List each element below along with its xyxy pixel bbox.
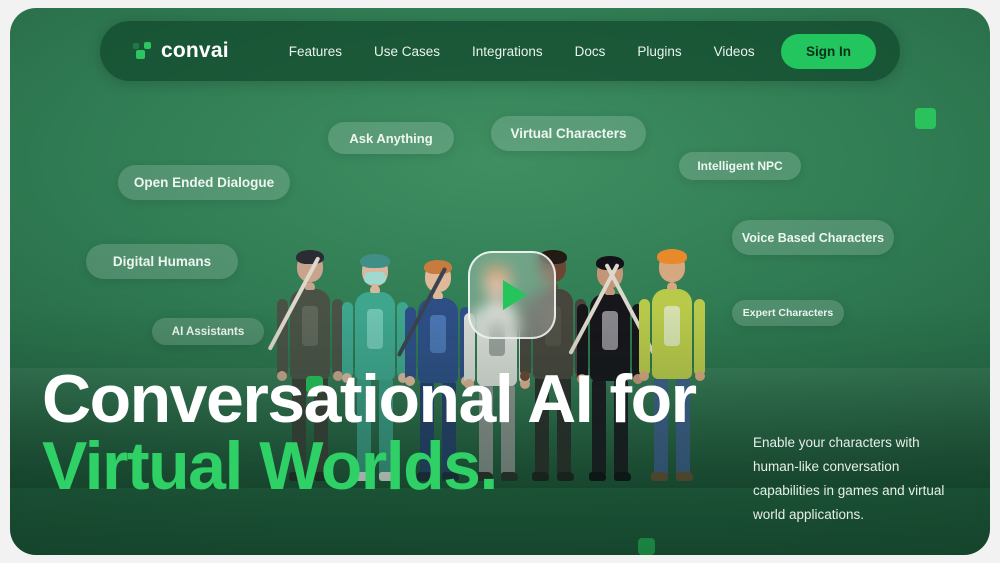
nav-link-integrations[interactable]: Integrations [472, 44, 543, 59]
headline-line-1: Conversational AI for [42, 361, 697, 437]
convai-squares-logo-icon [133, 42, 153, 60]
nav-link-features[interactable]: Features [289, 44, 342, 59]
feature-pill-ai-assistants: AI Assistants [152, 318, 264, 345]
feature-pill-expert-characters: Expert Characters [732, 300, 844, 326]
nav-link-plugins[interactable]: Plugins [637, 44, 681, 59]
feature-pill-virtual-characters: Virtual Characters [491, 116, 646, 151]
primary-navigation: Features Use Cases Integrations Docs Plugins… [289, 44, 755, 59]
nav-link-videos[interactable]: Videos [714, 44, 755, 59]
feature-pill-open-ended-dialogue: Open Ended Dialogue [118, 165, 290, 200]
hero-headline: Conversational AI for Virtual Worlds. [42, 361, 697, 504]
sign-in-button[interactable]: Sign In [781, 33, 876, 69]
feature-pill-intelligent-npc: Intelligent NPC [679, 152, 801, 180]
brand-logo[interactable]: convai [133, 39, 229, 63]
play-icon [502, 280, 527, 310]
feature-pill-voice-based-characters: Voice Based Characters [732, 220, 894, 255]
feature-pill-ask-anything: Ask Anything [328, 122, 454, 154]
headline-line-2: Virtual Worlds. [42, 427, 498, 504]
landing-page: Open Ended Dialogue Ask Anything Virtual C… [10, 8, 990, 555]
nav-link-use-cases[interactable]: Use Cases [374, 44, 440, 59]
hero-description: Enable your characters with human-like c… [753, 434, 945, 522]
accent-square-bottom [638, 538, 655, 555]
navbar: convai Features Use Cases Integrations Docs… [100, 21, 900, 81]
play-video-button[interactable] [468, 251, 556, 339]
accent-square-top-right [915, 108, 936, 129]
nav-link-docs[interactable]: Docs [575, 44, 606, 59]
feature-pill-digital-humans: Digital Humans [86, 244, 238, 279]
brand-name: convai [161, 39, 229, 62]
